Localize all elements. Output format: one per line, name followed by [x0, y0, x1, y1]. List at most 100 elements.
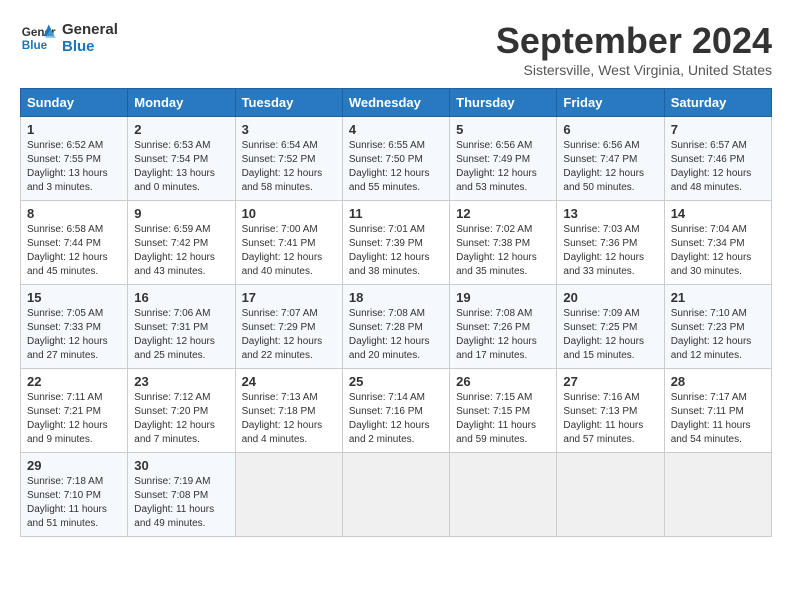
calendar-cell: 23 Sunrise: 7:12 AM Sunset: 7:20 PM Dayli…	[128, 369, 235, 453]
calendar-week-row: 15Sunrise: 7:05 AM Sunset: 7:33 PM Dayli…	[21, 285, 772, 369]
day-info: Sunrise: 6:57 AM Sunset: 7:46 PM Dayligh…	[671, 139, 765, 195]
calendar-cell: 12 Sunrise: 7:02 AM Sunset: 7:38 PM Dayli…	[450, 201, 557, 285]
day-info: Sunrise: 7:16 AM Sunset: 7:13 PM Dayligh…	[563, 391, 657, 447]
calendar-cell: 22 Sunrise: 7:11 AM Sunset: 7:21 PM Dayli…	[21, 369, 128, 453]
day-info: Sunrise: 6:54 AM Sunset: 7:52 PM Dayligh…	[242, 139, 336, 195]
weekday-header-sunday: Sunday	[21, 89, 128, 117]
calendar-cell: 29Sunrise: 7:18 AM Sunset: 7:10 PM Dayli…	[21, 453, 128, 537]
calendar-cell: 1Sunrise: 6:52 AM Sunset: 7:55 PM Daylig…	[21, 117, 128, 201]
day-info: Sunrise: 7:06 AM Sunset: 7:31 PM Dayligh…	[134, 307, 228, 363]
day-number: 20	[563, 290, 657, 305]
logo: General Blue GeneralBlue	[20, 20, 118, 56]
day-info: Sunrise: 6:52 AM Sunset: 7:55 PM Dayligh…	[27, 139, 121, 195]
day-number: 14	[671, 206, 765, 221]
calendar-cell: 6 Sunrise: 6:56 AM Sunset: 7:47 PM Daylig…	[557, 117, 664, 201]
day-number: 19	[456, 290, 550, 305]
day-info: Sunrise: 7:02 AM Sunset: 7:38 PM Dayligh…	[456, 223, 550, 279]
calendar-week-row: 8 Sunrise: 6:58 AM Sunset: 7:44 PM Daylig…	[21, 201, 772, 285]
day-number: 25	[349, 374, 443, 389]
page-header: General Blue GeneralBlue September 2024 …	[20, 20, 772, 78]
weekday-header-monday: Monday	[128, 89, 235, 117]
day-info: Sunrise: 6:58 AM Sunset: 7:44 PM Dayligh…	[27, 223, 121, 279]
calendar-cell	[557, 453, 664, 537]
calendar-cell: 28Sunrise: 7:17 AM Sunset: 7:11 PM Dayli…	[664, 369, 771, 453]
day-info: Sunrise: 7:08 AM Sunset: 7:28 PM Dayligh…	[349, 307, 443, 363]
calendar-cell: 16 Sunrise: 7:06 AM Sunset: 7:31 PM Dayli…	[128, 285, 235, 369]
calendar-cell: 11 Sunrise: 7:01 AM Sunset: 7:39 PM Dayli…	[342, 201, 449, 285]
day-number: 26	[456, 374, 550, 389]
day-info: Sunrise: 7:17 AM Sunset: 7:11 PM Dayligh…	[671, 391, 765, 447]
day-info: Sunrise: 7:09 AM Sunset: 7:25 PM Dayligh…	[563, 307, 657, 363]
calendar-cell	[664, 453, 771, 537]
day-info: Sunrise: 7:14 AM Sunset: 7:16 PM Dayligh…	[349, 391, 443, 447]
day-info: Sunrise: 7:07 AM Sunset: 7:29 PM Dayligh…	[242, 307, 336, 363]
calendar-cell: 27 Sunrise: 7:16 AM Sunset: 7:13 PM Dayli…	[557, 369, 664, 453]
day-number: 4	[349, 122, 443, 137]
day-number: 6	[563, 122, 657, 137]
day-info: Sunrise: 6:56 AM Sunset: 7:47 PM Dayligh…	[563, 139, 657, 195]
calendar-week-row: 1Sunrise: 6:52 AM Sunset: 7:55 PM Daylig…	[21, 117, 772, 201]
day-number: 22	[27, 374, 121, 389]
day-number: 11	[349, 206, 443, 221]
day-info: Sunrise: 7:04 AM Sunset: 7:34 PM Dayligh…	[671, 223, 765, 279]
day-number: 17	[242, 290, 336, 305]
day-number: 13	[563, 206, 657, 221]
calendar-cell: 20 Sunrise: 7:09 AM Sunset: 7:25 PM Dayli…	[557, 285, 664, 369]
day-info: Sunrise: 7:03 AM Sunset: 7:36 PM Dayligh…	[563, 223, 657, 279]
calendar-cell: 9 Sunrise: 6:59 AM Sunset: 7:42 PM Daylig…	[128, 201, 235, 285]
day-info: Sunrise: 7:10 AM Sunset: 7:23 PM Dayligh…	[671, 307, 765, 363]
day-number: 12	[456, 206, 550, 221]
calendar-cell: 17 Sunrise: 7:07 AM Sunset: 7:29 PM Dayli…	[235, 285, 342, 369]
calendar-cell: 10 Sunrise: 7:00 AM Sunset: 7:41 PM Dayli…	[235, 201, 342, 285]
day-number: 2	[134, 122, 228, 137]
calendar-cell: 4 Sunrise: 6:55 AM Sunset: 7:50 PM Daylig…	[342, 117, 449, 201]
calendar-cell	[235, 453, 342, 537]
day-info: Sunrise: 7:01 AM Sunset: 7:39 PM Dayligh…	[349, 223, 443, 279]
day-number: 21	[671, 290, 765, 305]
calendar-cell: 14 Sunrise: 7:04 AM Sunset: 7:34 PM Dayli…	[664, 201, 771, 285]
weekday-header-tuesday: Tuesday	[235, 89, 342, 117]
day-number: 15	[27, 290, 121, 305]
day-info: Sunrise: 6:59 AM Sunset: 7:42 PM Dayligh…	[134, 223, 228, 279]
day-number: 7	[671, 122, 765, 137]
day-info: Sunrise: 7:12 AM Sunset: 7:20 PM Dayligh…	[134, 391, 228, 447]
day-number: 30	[134, 458, 228, 473]
day-number: 23	[134, 374, 228, 389]
calendar-cell	[342, 453, 449, 537]
calendar-cell: 15Sunrise: 7:05 AM Sunset: 7:33 PM Dayli…	[21, 285, 128, 369]
day-info: Sunrise: 7:00 AM Sunset: 7:41 PM Dayligh…	[242, 223, 336, 279]
calendar-cell: 7 Sunrise: 6:57 AM Sunset: 7:46 PM Daylig…	[664, 117, 771, 201]
calendar-table: SundayMondayTuesdayWednesdayThursdayFrid…	[20, 88, 772, 537]
day-number: 16	[134, 290, 228, 305]
weekday-header-wednesday: Wednesday	[342, 89, 449, 117]
calendar-cell: 3 Sunrise: 6:54 AM Sunset: 7:52 PM Daylig…	[235, 117, 342, 201]
day-number: 18	[349, 290, 443, 305]
day-number: 9	[134, 206, 228, 221]
day-number: 29	[27, 458, 121, 473]
day-number: 27	[563, 374, 657, 389]
title-block: September 2024 Sistersville, West Virgin…	[496, 20, 772, 78]
day-info: Sunrise: 7:19 AM Sunset: 7:08 PM Dayligh…	[134, 475, 228, 531]
day-info: Sunrise: 7:11 AM Sunset: 7:21 PM Dayligh…	[27, 391, 121, 447]
calendar-cell: 5Sunrise: 6:56 AM Sunset: 7:49 PM Daylig…	[450, 117, 557, 201]
calendar-cell: 25 Sunrise: 7:14 AM Sunset: 7:16 PM Dayli…	[342, 369, 449, 453]
day-info: Sunrise: 6:55 AM Sunset: 7:50 PM Dayligh…	[349, 139, 443, 195]
day-number: 5	[456, 122, 550, 137]
calendar-cell: 26Sunrise: 7:15 AM Sunset: 7:15 PM Dayli…	[450, 369, 557, 453]
weekday-header-friday: Friday	[557, 89, 664, 117]
day-info: Sunrise: 7:08 AM Sunset: 7:26 PM Dayligh…	[456, 307, 550, 363]
day-info: Sunrise: 6:53 AM Sunset: 7:54 PM Dayligh…	[134, 139, 228, 195]
day-number: 10	[242, 206, 336, 221]
calendar-cell: 13 Sunrise: 7:03 AM Sunset: 7:36 PM Dayli…	[557, 201, 664, 285]
weekday-header-saturday: Saturday	[664, 89, 771, 117]
calendar-week-row: 22 Sunrise: 7:11 AM Sunset: 7:21 PM Dayli…	[21, 369, 772, 453]
calendar-cell: 2 Sunrise: 6:53 AM Sunset: 7:54 PM Daylig…	[128, 117, 235, 201]
calendar-cell: 24Sunrise: 7:13 AM Sunset: 7:18 PM Dayli…	[235, 369, 342, 453]
location: Sistersville, West Virginia, United Stat…	[496, 62, 772, 78]
day-number: 8	[27, 206, 121, 221]
day-info: Sunrise: 7:13 AM Sunset: 7:18 PM Dayligh…	[242, 391, 336, 447]
day-number: 3	[242, 122, 336, 137]
calendar-week-row: 29Sunrise: 7:18 AM Sunset: 7:10 PM Dayli…	[21, 453, 772, 537]
calendar-cell: 18 Sunrise: 7:08 AM Sunset: 7:28 PM Dayli…	[342, 285, 449, 369]
calendar-cell	[450, 453, 557, 537]
